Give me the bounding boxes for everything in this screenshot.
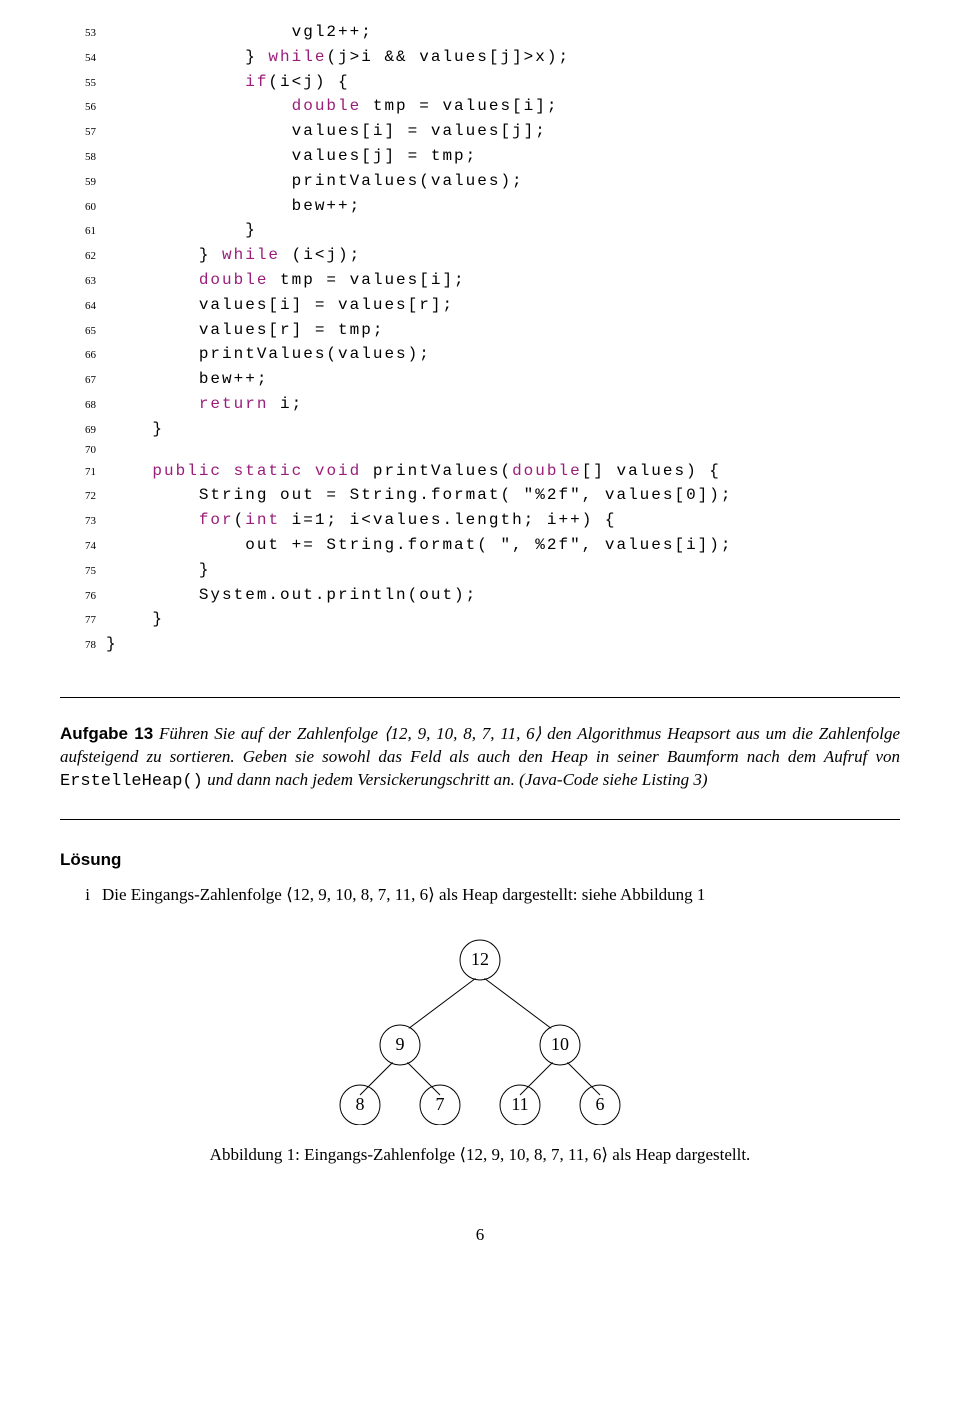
svg-text:12: 12	[471, 949, 489, 969]
line-number: 76	[60, 588, 106, 605]
tree-node-lr: 7	[436, 1094, 445, 1114]
code-text: values[i] = values[j];	[106, 119, 547, 144]
aufgabe-text-suffix: und dann nach jedem Versickerungschritt …	[203, 770, 708, 789]
code-text: values[i] = values[r];	[106, 293, 454, 318]
line-number: 59	[60, 174, 106, 191]
line-number: 73	[60, 513, 106, 530]
code-line: 70	[60, 442, 900, 459]
code-text: printValues(values);	[106, 342, 431, 367]
line-number: 62	[60, 248, 106, 265]
code-text: public static void printValues(double[] …	[106, 459, 721, 484]
svg-text:10: 10	[551, 1034, 569, 1054]
code-line: 68 return i;	[60, 392, 900, 417]
aufgabe-text-prefix: Führen Sie auf der Zahlenfolge ⟨12, 9, 1…	[60, 724, 900, 766]
line-number: 58	[60, 149, 106, 166]
line-number: 53	[60, 25, 106, 42]
code-text: values[j] = tmp;	[106, 144, 477, 169]
code-line: 69 }	[60, 417, 900, 442]
code-line: 75 }	[60, 558, 900, 583]
code-line: 74 out += String.format( ", %2f", values…	[60, 533, 900, 558]
code-text: String out = String.format( "%2f", value…	[106, 483, 732, 508]
code-line: 65 values[r] = tmp;	[60, 318, 900, 343]
code-line: 72 String out = String.format( "%2f", va…	[60, 483, 900, 508]
code-line: 53 vgl2++;	[60, 20, 900, 45]
code-text: out += String.format( ", %2f", values[i]…	[106, 533, 732, 558]
list-item-label: i	[60, 885, 102, 905]
code-text: }	[106, 632, 118, 657]
line-number: 54	[60, 50, 106, 67]
code-line: 55 if(i<j) {	[60, 70, 900, 95]
code-text: for(int i=1; i<values.length; i++) {	[106, 508, 617, 533]
tree-node-rr: 6	[596, 1094, 605, 1114]
line-number: 56	[60, 99, 106, 116]
line-number: 77	[60, 612, 106, 629]
code-line: 67 bew++;	[60, 367, 900, 392]
figure-caption: Abbildung 1: Eingangs-Zahlenfolge ⟨12, 9…	[60, 1145, 900, 1165]
line-number: 74	[60, 538, 106, 555]
line-number: 65	[60, 323, 106, 340]
code-line: 71 public static void printValues(double…	[60, 459, 900, 484]
line-number: 68	[60, 397, 106, 414]
line-number: 67	[60, 372, 106, 389]
code-text: vgl2++;	[106, 20, 373, 45]
code-text: }	[106, 607, 164, 632]
loesung-title: Lösung	[60, 850, 900, 870]
aufgabe-tt: ErstelleHeap()	[60, 772, 203, 791]
tree-node-rl: 11	[511, 1094, 528, 1114]
code-text: values[r] = tmp;	[106, 318, 384, 343]
line-number: 64	[60, 298, 106, 315]
line-number: 69	[60, 422, 106, 439]
code-listing: 53 vgl2++;54 } while(j>i && values[j]>x)…	[60, 20, 900, 657]
code-line: 77 }	[60, 607, 900, 632]
code-text: } while(j>i && values[j]>x);	[106, 45, 570, 70]
code-text: return i;	[106, 392, 303, 417]
code-line: 56 double tmp = values[i];	[60, 94, 900, 119]
code-line: 76 System.out.println(out);	[60, 583, 900, 608]
line-number: 75	[60, 563, 106, 580]
aufgabe-label: Aufgabe 13	[60, 724, 153, 743]
code-line: 58 values[j] = tmp;	[60, 144, 900, 169]
code-text: double tmp = values[i];	[106, 268, 466, 293]
aufgabe-13-paragraph: Aufgabe 13 Führen Sie auf der Zahlenfolg…	[60, 723, 900, 794]
rule-2	[60, 819, 900, 820]
svg-text:9: 9	[396, 1034, 405, 1054]
code-line: 64 values[i] = values[r];	[60, 293, 900, 318]
line-number: 57	[60, 124, 106, 141]
rule-1	[60, 697, 900, 698]
code-text: }	[106, 218, 257, 243]
code-text: bew++;	[106, 367, 268, 392]
code-text: bew++;	[106, 194, 361, 219]
list-item-text: Die Eingangs-Zahlenfolge ⟨12, 9, 10, 8, …	[102, 885, 705, 905]
line-number: 66	[60, 347, 106, 364]
code-text: System.out.println(out);	[106, 583, 477, 608]
code-text: } while (i<j);	[106, 243, 361, 268]
line-number: 70	[60, 442, 106, 459]
code-text: }	[106, 417, 164, 442]
line-number: 60	[60, 199, 106, 216]
code-text: if(i<j) {	[106, 70, 350, 95]
code-line: 62 } while (i<j);	[60, 243, 900, 268]
heap-tree-figure: 12 9 10 8 7 11 6 12 9 10	[60, 925, 900, 1125]
code-line: 57 values[i] = values[j];	[60, 119, 900, 144]
code-line: 63 double tmp = values[i];	[60, 268, 900, 293]
code-text: printValues(values);	[106, 169, 524, 194]
line-number: 78	[60, 637, 106, 654]
code-line: 54 } while(j>i && values[j]>x);	[60, 45, 900, 70]
line-number: 72	[60, 488, 106, 505]
line-number: 55	[60, 75, 106, 92]
line-number: 61	[60, 223, 106, 240]
code-line: 60 bew++;	[60, 194, 900, 219]
code-line: 66 printValues(values);	[60, 342, 900, 367]
page-number: 6	[60, 1225, 900, 1245]
line-number: 63	[60, 273, 106, 290]
code-line: 78}	[60, 632, 900, 657]
code-text: double tmp = values[i];	[106, 94, 558, 119]
line-number: 71	[60, 464, 106, 481]
code-line: 61 }	[60, 218, 900, 243]
loesung-item-i: i Die Eingangs-Zahlenfolge ⟨12, 9, 10, 8…	[60, 885, 900, 905]
code-line: 73 for(int i=1; i<values.length; i++) {	[60, 508, 900, 533]
code-line: 59 printValues(values);	[60, 169, 900, 194]
code-text: }	[106, 558, 210, 583]
tree-node-ll: 8	[356, 1094, 365, 1114]
